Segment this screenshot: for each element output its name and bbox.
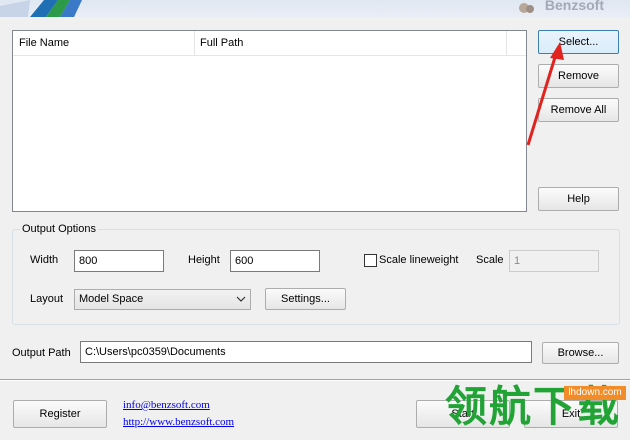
annotation-arrow-icon [526, 42, 564, 146]
brand-name: Benzsoft [544, 0, 604, 13]
scale-lineweight-checkbox[interactable] [364, 254, 377, 267]
file-list[interactable]: File Name Full Path [12, 30, 527, 212]
settings-button-label: Settings... [281, 293, 330, 305]
banner-graphic [0, 0, 82, 17]
output-path-field[interactable] [80, 341, 532, 363]
benzsoft-logo-icon [519, 3, 534, 13]
column-full-path[interactable]: Full Path [200, 37, 243, 49]
output-options-group [12, 229, 620, 325]
column-separator[interactable] [194, 31, 195, 55]
settings-button[interactable]: Settings... [265, 288, 346, 310]
width-field[interactable] [74, 250, 164, 272]
layout-label: Layout [30, 293, 64, 305]
scale-field [509, 250, 599, 272]
scale-lineweight-label[interactable]: Scale lineweight [379, 254, 459, 266]
email-link[interactable]: info@benzsoft.com [123, 399, 210, 411]
file-list-header: File Name Full Path [13, 31, 526, 56]
browse-button[interactable]: Browse... [542, 342, 619, 364]
height-field[interactable] [230, 250, 320, 272]
column-separator[interactable] [506, 31, 507, 55]
height-label: Height [188, 254, 220, 266]
website-link[interactable]: http://www.benzsoft.com [123, 416, 234, 428]
help-button[interactable]: Help [538, 187, 619, 211]
register-button[interactable]: Register [13, 400, 107, 428]
register-button-label: Register [39, 408, 81, 420]
header-banner: Benzsoft [0, 0, 630, 17]
output-options-legend: Output Options [20, 223, 98, 235]
output-path-label: Output Path [12, 347, 71, 359]
width-label: Width [30, 254, 59, 266]
chevron-down-icon [236, 296, 246, 302]
watermark-url: lhdown.com [564, 386, 626, 400]
layout-select[interactable]: Model Space [74, 289, 251, 310]
scale-label: Scale [476, 254, 504, 266]
column-file-name[interactable]: File Name [19, 37, 69, 49]
help-button-label: Help [567, 193, 590, 205]
layout-select-value: Model Space [79, 293, 144, 305]
browse-button-label: Browse... [557, 347, 604, 359]
